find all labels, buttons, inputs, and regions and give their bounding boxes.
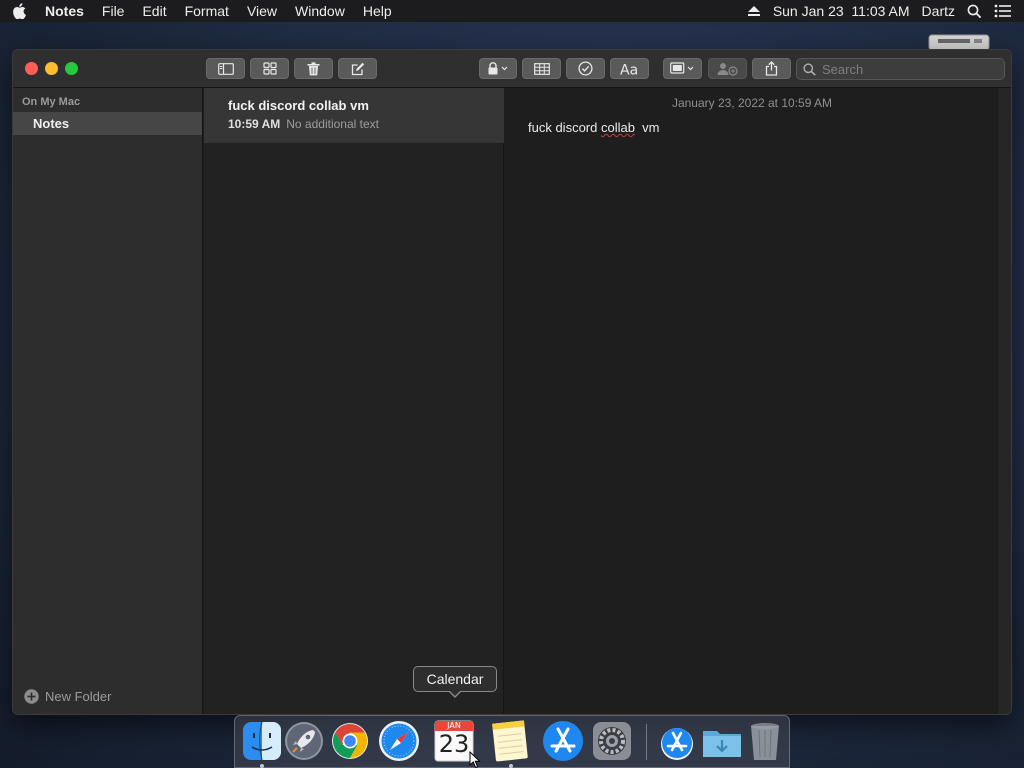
dock-app-store[interactable] [541,719,585,763]
new-note-button[interactable] [338,58,377,79]
note-time: 10:59 AM [228,117,281,131]
close-window-button[interactable] [25,62,38,75]
dock-launchpad[interactable] [282,719,326,763]
spotlight-search-icon[interactable] [967,4,982,19]
sidebar-folder-notes[interactable]: Notes [13,112,202,135]
delete-note-button[interactable] [294,58,333,79]
finder-running-indicator [260,764,264,768]
photo-dropdown-icon [669,62,693,74]
share-icon [765,61,778,76]
mouse-cursor-icon [469,750,481,768]
add-media-button[interactable] [663,58,702,79]
checklist-button[interactable] [566,58,605,79]
minimize-window-button[interactable] [45,62,58,75]
note-date: January 23, 2022 at 10:59 AM [671,96,833,110]
gallery-view-button[interactable] [250,58,289,79]
calendar-month: JAN [447,721,461,730]
svg-text:Aa: Aa [620,62,638,76]
apple-menu-icon[interactable] [0,3,38,19]
table-icon [533,62,550,75]
desktop-drive-icon[interactable] [928,34,990,51]
dock-tooltip: Calendar [413,666,497,692]
tooltip-arrow-fill [449,690,461,696]
editor-scrollbar[interactable] [997,88,1011,714]
note-list-item[interactable]: fuck discord collab vm 10:59 AM No additi… [204,88,504,143]
folders-sidebar: On My Mac Notes New Folder [13,88,203,714]
dock-separator [646,724,647,760]
compose-icon [351,62,364,75]
menu-view[interactable]: View [238,0,286,22]
add-people-icon [717,62,738,76]
sidebar-section-on-my-mac: On My Mac [22,96,81,108]
note-preview: No additional text [286,117,379,131]
dock-notes[interactable] [488,719,532,763]
finder-icon [243,721,281,761]
grid-icon [262,62,277,75]
trash-icon [307,61,320,75]
dock-safari[interactable] [377,719,421,763]
launchpad-rocket-icon [285,722,323,760]
sidebar-icon [217,62,234,75]
menu-app-notes[interactable]: Notes [38,0,93,22]
search-field[interactable] [796,58,1005,80]
menubar-clock[interactable]: Sun Jan 23 11:03 AM [773,3,910,19]
menu-file[interactable]: File [93,0,134,22]
downloads-folder-icon [703,731,741,757]
notification-center-icon[interactable] [994,4,1012,18]
note-body-text-2: vm [634,120,660,135]
text-format-icon: Aa [620,62,638,76]
lock-note-button[interactable] [479,58,517,79]
search-icon [803,62,816,76]
menu-window[interactable]: Window [286,0,354,22]
dock: JAN 23 [234,715,790,768]
toolbar: Aa [13,50,1011,88]
dock-finder[interactable] [240,719,284,763]
notes-app-icon [492,720,528,762]
dock-app-store-stack[interactable] [655,719,699,763]
eject-icon[interactable] [747,5,761,17]
share-button[interactable] [752,58,791,79]
notes-window: Aa On My Mac Notes New Folder fuck disco… [12,49,1012,715]
menu-bar: Notes File Edit Format View Window Help … [0,0,1024,22]
menu-help[interactable]: Help [354,0,401,22]
note-title: fuck discord collab vm [228,98,369,113]
notes-list: fuck discord collab vm 10:59 AM No additi… [204,88,504,714]
checkmark-circle-icon [578,61,593,76]
note-editor[interactable]: January 23, 2022 at 10:59 AM fuck discor… [505,88,999,714]
new-folder-button[interactable]: New Folder [24,689,111,704]
dock-google-chrome[interactable] [328,719,372,763]
notes-running-indicator [509,764,513,768]
add-people-button[interactable] [708,58,747,79]
toggle-sidebar-button[interactable] [206,58,245,79]
new-folder-label: New Folder [45,689,112,704]
app-store-icon [543,721,583,761]
trash-can-icon [751,723,779,760]
note-body-misspelled-word: collab [600,120,635,135]
chrome-icon [332,723,368,759]
dock-trash[interactable] [743,719,787,763]
note-body[interactable]: fuck discord collab vm [528,120,660,135]
safari-compass-icon [379,721,419,761]
insert-table-button[interactable] [522,58,561,79]
note-body-text-1: fuck discord [528,120,601,135]
search-input[interactable] [822,61,992,77]
dock-system-preferences[interactable] [590,719,634,763]
dock-downloads-folder[interactable] [700,719,744,763]
lock-icon [488,62,508,75]
plus-circle-icon [24,689,39,704]
menu-format[interactable]: Format [176,0,238,22]
menubar-user[interactable]: Dartz [922,3,955,19]
system-preferences-gear-icon [593,722,631,760]
menu-edit[interactable]: Edit [133,0,175,22]
zoom-window-button[interactable] [65,62,78,75]
format-text-button[interactable]: Aa [610,58,649,79]
app-store-stack-icon [661,728,693,760]
